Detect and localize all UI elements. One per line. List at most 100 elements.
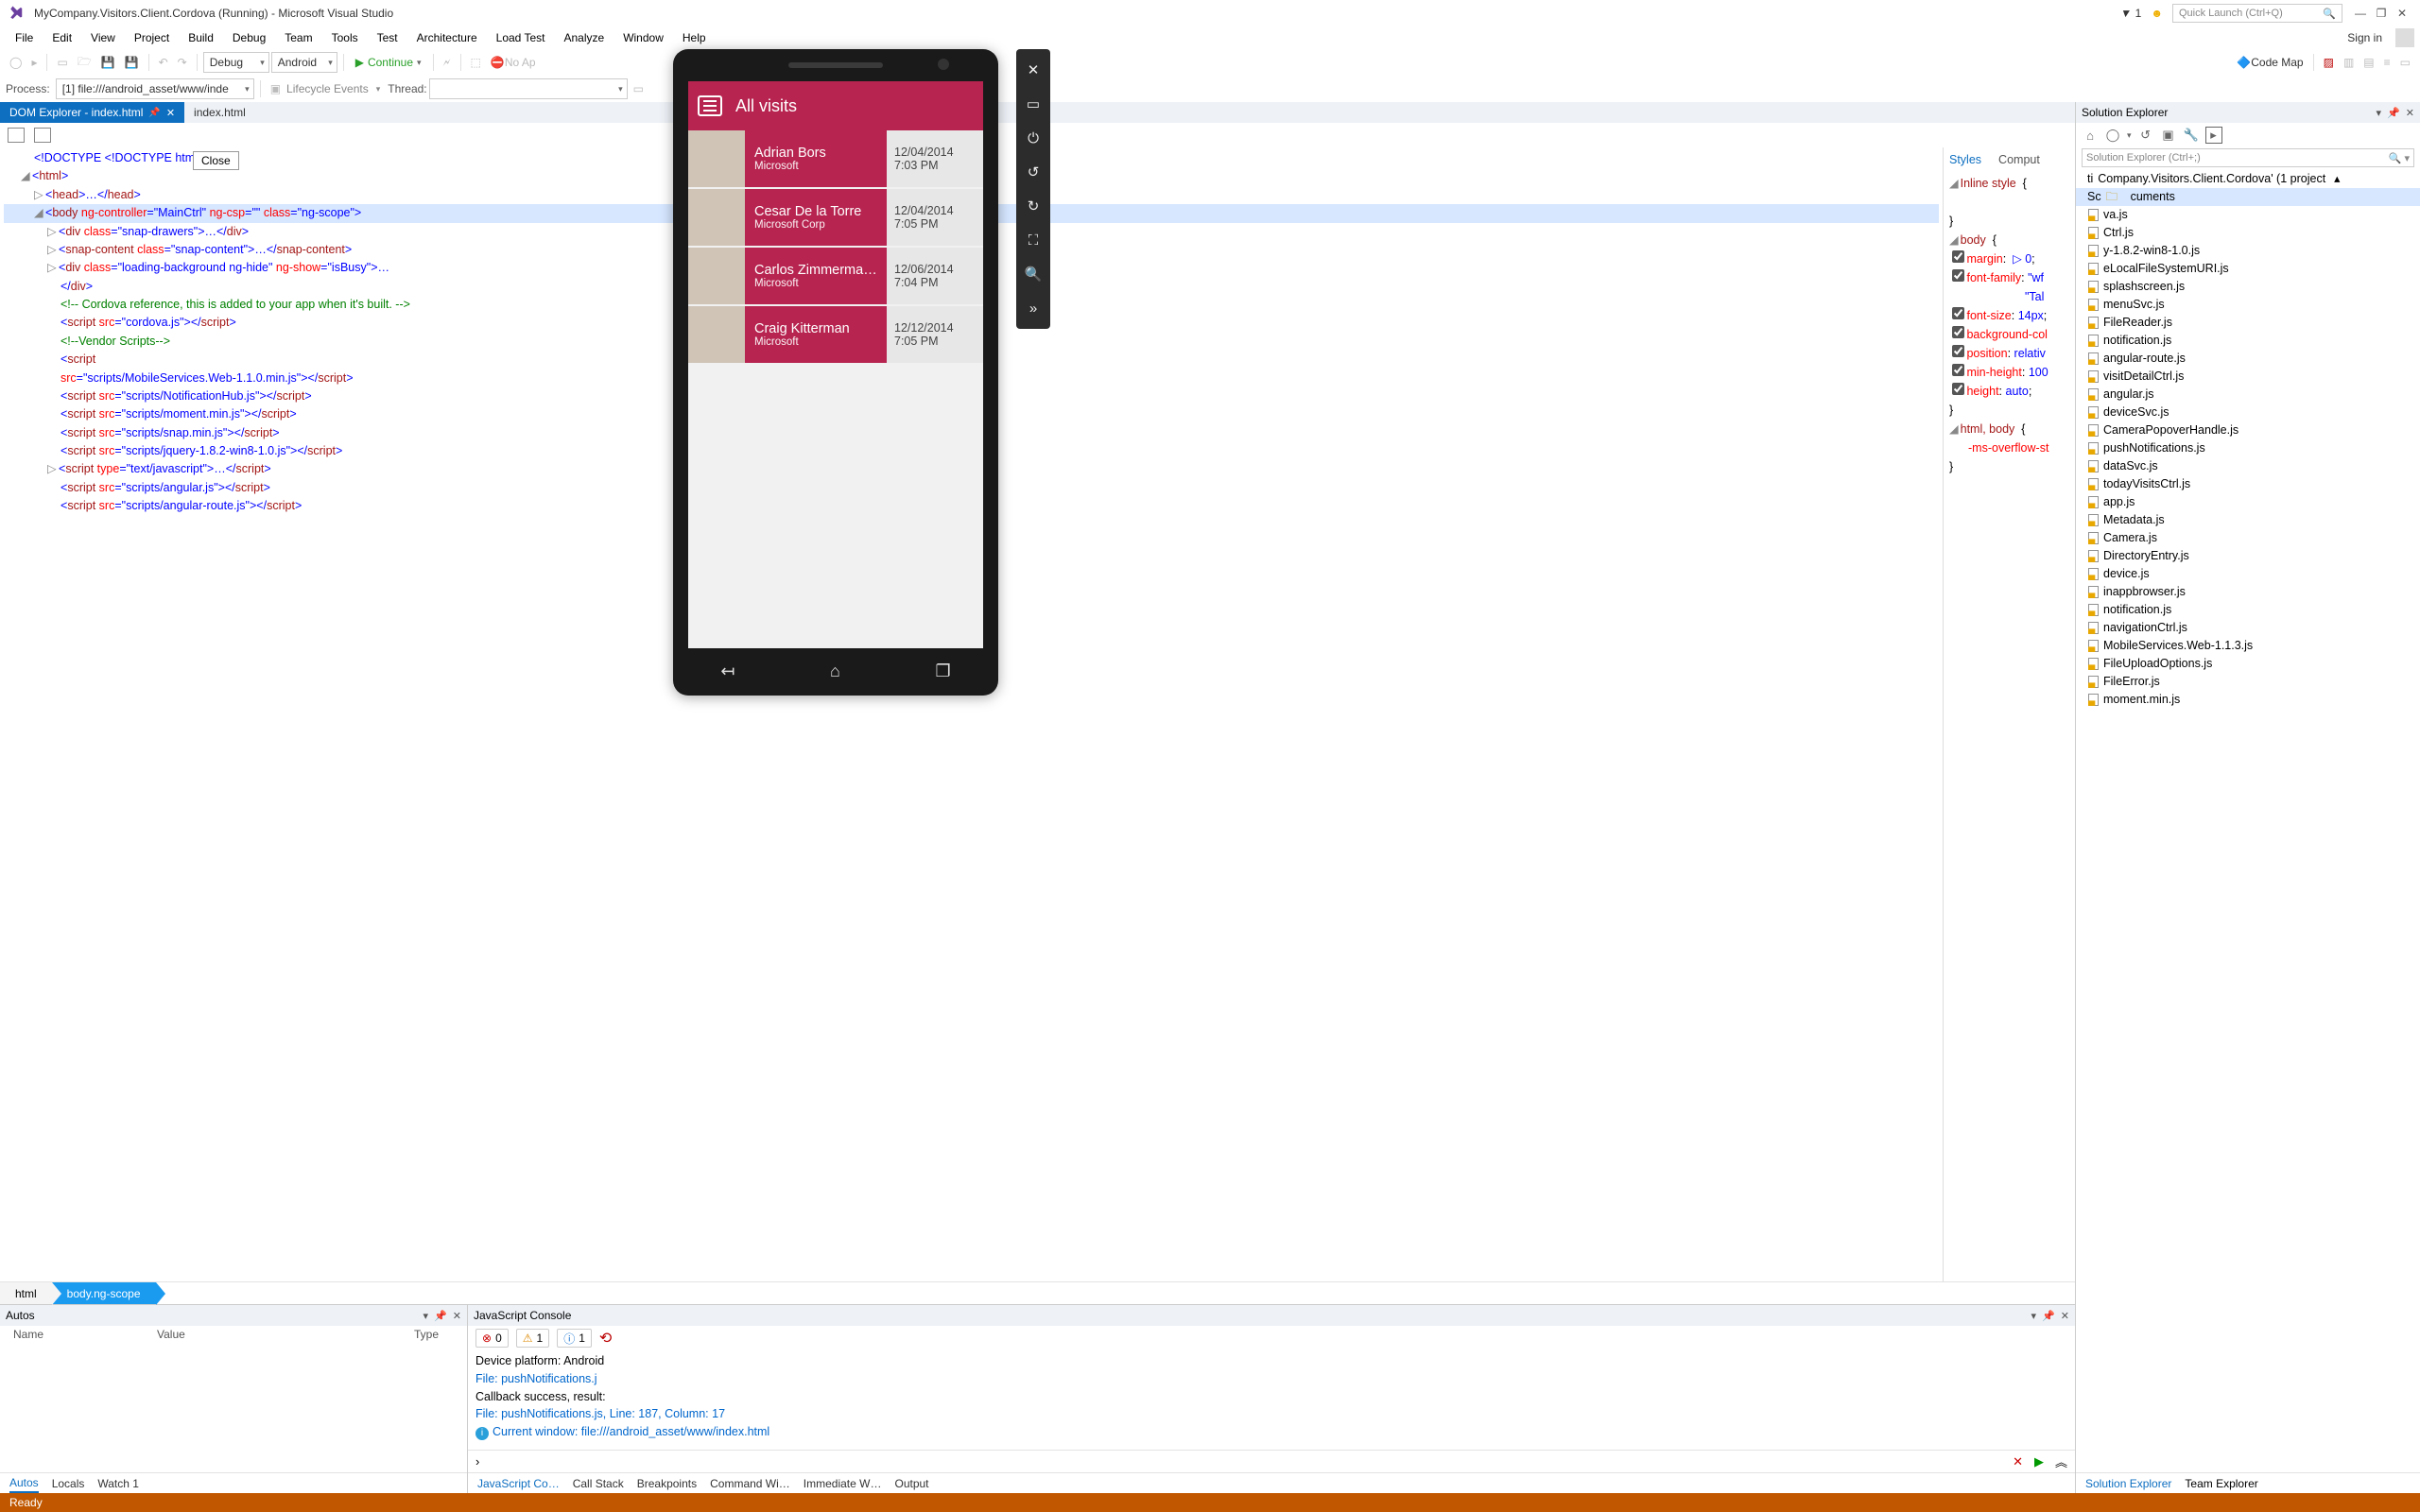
undo-icon[interactable]: ↶ [155,52,172,73]
menu-project[interactable]: Project [125,28,179,47]
android-emulator[interactable]: All visits Adrian BorsMicrosoft12/04/201… [673,49,998,696]
clear-icon[interactable]: ⟲ [599,1329,612,1348]
emulator-screen[interactable]: All visits Adrian BorsMicrosoft12/04/201… [688,81,983,648]
crumb-body[interactable]: body.ng-scope [52,1282,156,1304]
dropdown-icon[interactable]: ▾ [2031,1310,2037,1322]
file-node[interactable]: DirectoryEntry.js [2076,547,2420,565]
nav-recent-icon[interactable]: ❐ [936,662,951,681]
file-node[interactable]: splashscreen.js [2076,278,2420,296]
user-icon[interactable] [2395,28,2414,47]
file-node[interactable]: moment.min.js [2076,691,2420,709]
file-node[interactable]: navigationCtrl.js [2076,619,2420,637]
file-node[interactable]: va.js [2076,206,2420,224]
file-node[interactable]: pushNotifications.js [2076,439,2420,457]
preview-icon[interactable]: ▸ [2205,127,2222,144]
emu-more-icon[interactable]: » [1020,295,1046,321]
process-dropdown[interactable]: [1] file:///android_asset/www/inde [56,78,254,99]
codemap-button[interactable]: 🔷 Code Map [2233,52,2307,73]
back-icon[interactable]: ◯ [2104,128,2121,143]
sign-in-link[interactable]: Sign in [2338,28,2392,47]
config-dropdown[interactable]: Debug [203,52,269,73]
rule-toggle[interactable] [1952,269,1964,282]
file-node[interactable]: dataSvc.js [2076,457,2420,475]
styles-rules[interactable]: ◢Inline style { } ◢body { margin: ▷ 0; f… [1944,172,2075,1281]
solution-search-input[interactable]: Solution Explorer (Ctrl+;)🔍 ▾ [2082,148,2414,167]
console-log[interactable]: Device platform: AndroidFile: pushNotifi… [468,1350,2075,1450]
feedback-icon[interactable]: ☻ [2151,7,2163,20]
save-icon[interactable]: 💾 [97,52,119,73]
nav-fwd-icon[interactable]: ▸ [27,52,41,73]
computed-tab[interactable]: Comput [1998,153,2040,166]
emu-fit-icon[interactable]: ⛶ [1020,227,1046,253]
close-icon[interactable]: ✕ [453,1310,461,1322]
emu-close-icon[interactable]: ✕ [1020,57,1046,83]
file-node[interactable]: menuSvc.js [2076,296,2420,314]
visits-list[interactable]: Adrian BorsMicrosoft12/04/20147:03 PMCes… [688,130,983,363]
thread-icon[interactable]: ▭ [630,78,648,99]
file-node[interactable]: todayVisitsCtrl.js [2076,475,2420,493]
platform-dropdown[interactable]: Android [271,52,337,73]
lifecycle-icon[interactable]: ▣ [267,78,285,99]
styles-tab[interactable]: Styles [1949,153,1981,166]
solution-tree[interactable]: tiCompany.Visitors.Client.Cordova' (1 pr… [2076,169,2420,1472]
tab-output[interactable]: Output [894,1477,928,1490]
menu-analyze[interactable]: Analyze [554,28,614,47]
notifications[interactable]: ▼1 [2120,7,2142,20]
tab-locals[interactable]: Locals [52,1477,85,1490]
close-button[interactable]: ✕ [2392,4,2412,23]
menu-loadtest[interactable]: Load Test [487,28,555,47]
emu-rotate-right-icon[interactable]: ↻ [1020,193,1046,219]
pin-icon[interactable]: 📌 [148,108,160,118]
rule-toggle[interactable] [1952,364,1964,376]
tab-index-html[interactable]: index.html [184,102,255,123]
tab-team-explorer[interactable]: Team Explorer [2185,1477,2257,1490]
menu-view[interactable]: View [81,28,125,47]
console-prompt[interactable]: › [475,1454,479,1469]
menu-architecture[interactable]: Architecture [407,28,487,47]
restore-button[interactable]: ❐ [2371,4,2392,23]
file-node[interactable]: Ctrl.js [2076,224,2420,242]
refresh-icon[interactable]: 🗲 [440,52,455,73]
file-node[interactable]: MobileServices.Web-1.1.3.js [2076,637,2420,655]
layout-icon-1[interactable]: ▥ [2340,52,2358,73]
tab-breakpoints[interactable]: Breakpoints [637,1477,697,1490]
file-node[interactable]: inappbrowser.js [2076,583,2420,601]
rule-toggle[interactable] [1952,250,1964,263]
visit-row[interactable]: Adrian BorsMicrosoft12/04/20147:03 PM [688,130,983,187]
visit-row[interactable]: Craig KittermanMicrosoft12/12/20147:05 P… [688,306,983,363]
emu-minimize-icon[interactable]: ▭ [1020,91,1046,117]
visit-row[interactable]: Carlos Zimmerma…Microsoft12/06/20147:04 … [688,248,983,304]
tab-autos[interactable]: Autos [9,1473,39,1493]
tab-solution-explorer[interactable]: Solution Explorer [2085,1477,2171,1490]
console-expand-icon[interactable]: ︽ [2055,1452,2067,1470]
rule-toggle[interactable] [1952,345,1964,357]
file-node[interactable]: notification.js [2076,601,2420,619]
layout-icon-2[interactable]: ▤ [2360,52,2377,73]
pin-icon[interactable]: 📌 [2387,107,2400,119]
folder-documents[interactable]: Sc🗀 cuments [2076,188,2420,206]
file-node[interactable]: CameraPopoverHandle.js [2076,421,2420,439]
console-clear-icon[interactable]: ✕ [2013,1454,2023,1469]
tab-command[interactable]: Command Wi… [710,1477,790,1490]
pin-icon[interactable]: 📌 [434,1310,447,1322]
hamburger-icon[interactable] [698,95,722,116]
nav-back-icon[interactable]: ↤ [720,662,735,681]
emu-rotate-left-icon[interactable]: ↺ [1020,159,1046,185]
emu-zoom-icon[interactable]: 🔍 [1020,261,1046,287]
redo-icon[interactable]: ↷ [174,52,191,73]
warnings-filter[interactable]: ⚠1 [516,1329,549,1348]
menu-build[interactable]: Build [179,28,223,47]
sync-icon[interactable]: ↺ [2137,128,2154,143]
diag-icon[interactable]: ▨ [2320,52,2338,73]
menu-team[interactable]: Team [275,28,321,47]
file-node[interactable]: notification.js [2076,332,2420,350]
minimize-button[interactable]: — [2350,4,2371,23]
menu-window[interactable]: Window [614,28,673,47]
tab-immediate[interactable]: Immediate W… [804,1477,882,1490]
col-name[interactable]: Name [13,1328,43,1345]
layout-icon[interactable] [34,128,51,143]
file-node[interactable]: Metadata.js [2076,511,2420,529]
rule-toggle[interactable] [1952,383,1964,395]
tab-close-icon[interactable]: ✕ [166,107,175,119]
tab-dom-explorer[interactable]: DOM Explorer - index.html 📌 ✕ [0,102,184,123]
